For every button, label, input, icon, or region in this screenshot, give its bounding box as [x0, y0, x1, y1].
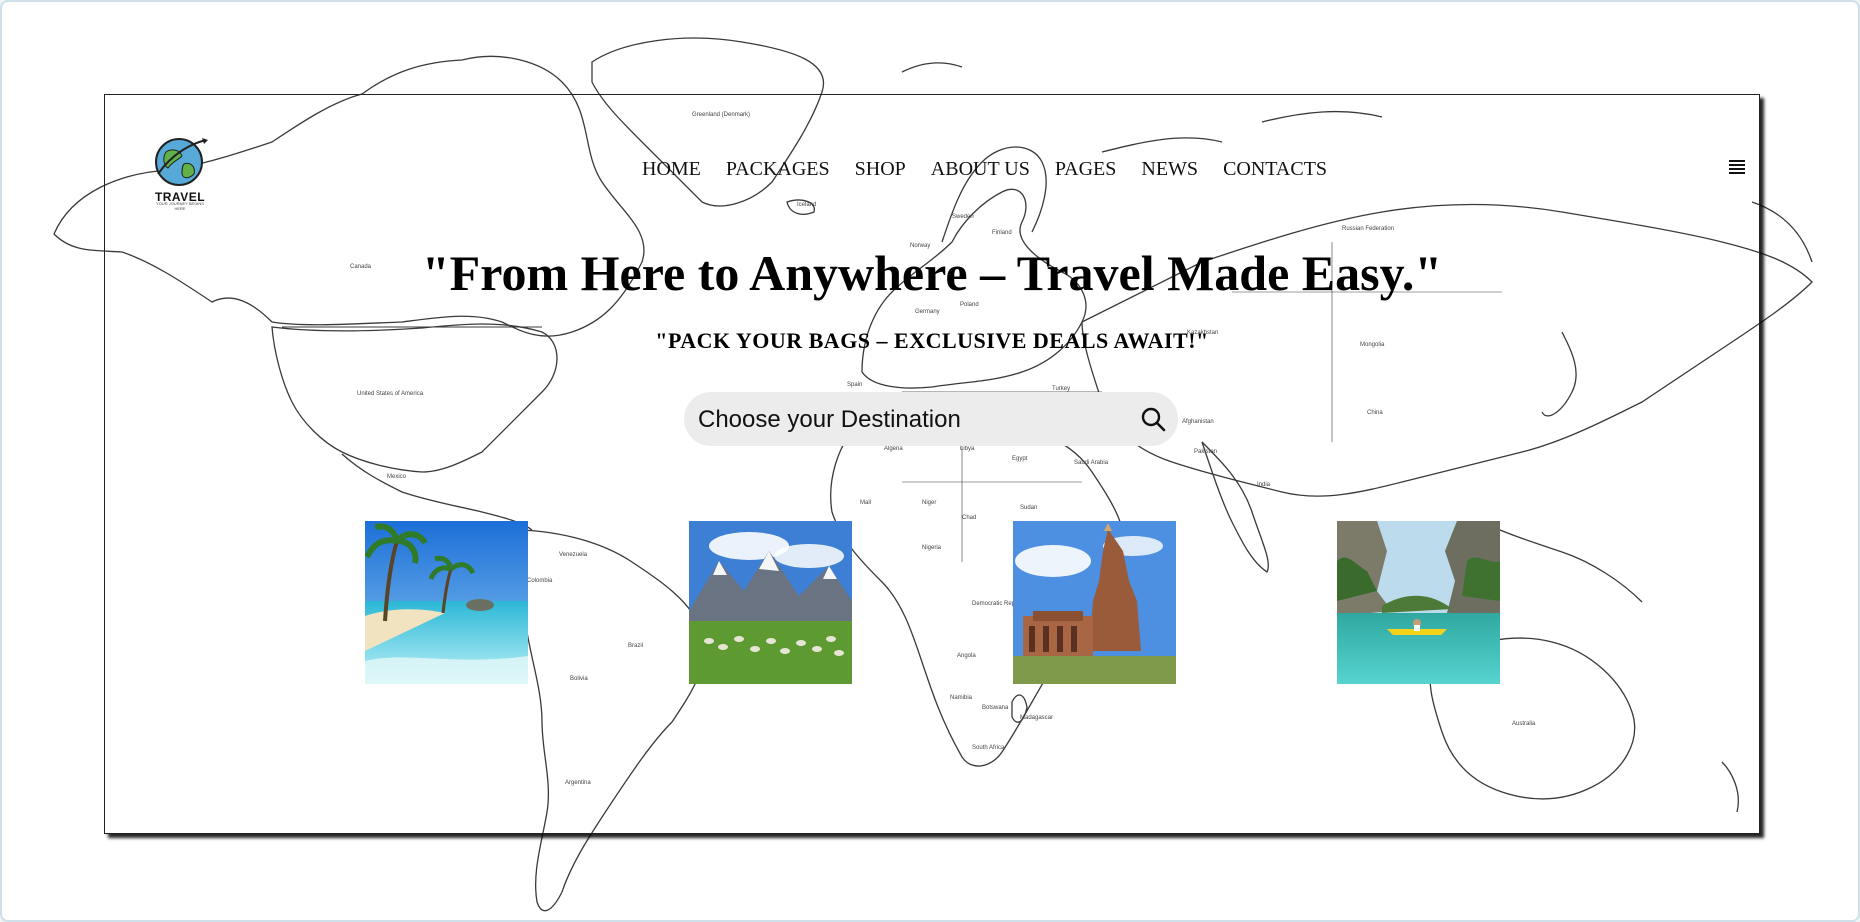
- main-nav: HOME PACKAGES SHOP ABOUT US PAGES NEWS C…: [642, 158, 1352, 181]
- destination-tropical-beach[interactable]: [365, 521, 528, 684]
- hero-card: [104, 94, 1760, 834]
- destination-search-box: [684, 392, 1178, 448]
- hero-subheadline: "PACK YOUR BAGS – EXCLUSIVE DEALS AWAIT!…: [655, 328, 1209, 353]
- nav-news[interactable]: NEWS: [1141, 158, 1198, 181]
- nav-about-us[interactable]: ABOUT US: [931, 158, 1030, 181]
- nav-contacts[interactable]: CONTACTS: [1223, 158, 1327, 181]
- destination-ancient-temple[interactable]: [1013, 521, 1176, 684]
- destination-lagoon-kayak[interactable]: [1337, 521, 1500, 684]
- nav-packages[interactable]: PACKAGES: [726, 158, 830, 181]
- nav-pages[interactable]: PAGES: [1055, 158, 1117, 181]
- hero-headline: "From Here to Anywhere – Travel Made Eas…: [421, 245, 1443, 301]
- destination-mountain-valley-sheep[interactable]: [689, 521, 852, 684]
- destination-search-input[interactable]: [696, 392, 1120, 448]
- page-viewport: Greenland (Denmark) Iceland Sweden Finla…: [0, 0, 1860, 922]
- logo-tagline: YOUR JOURNEY BEGINS HERE: [156, 201, 204, 211]
- nav-shop[interactable]: SHOP: [855, 158, 906, 181]
- nav-home[interactable]: HOME: [642, 158, 701, 181]
- search-icon[interactable]: [1140, 406, 1166, 432]
- hamburger-menu-icon[interactable]: [1729, 160, 1745, 178]
